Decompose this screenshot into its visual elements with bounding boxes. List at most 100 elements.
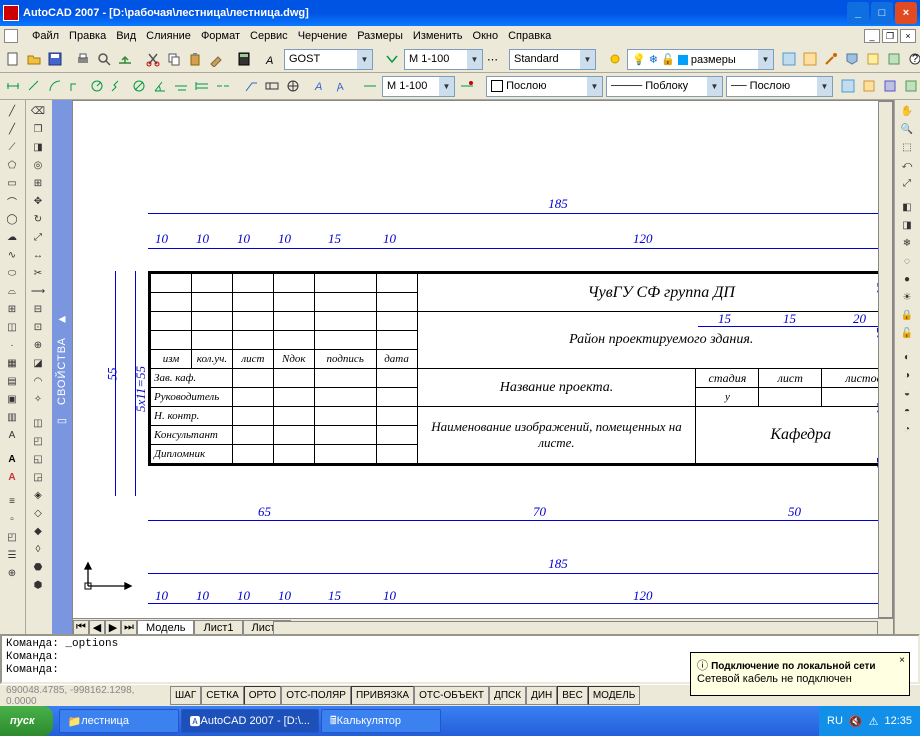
snap-toggle[interactable]: ШАГ <box>170 686 201 705</box>
annoscale-icon[interactable] <box>383 48 401 70</box>
spline-button[interactable]: ∿ <box>2 246 22 264</box>
insertblock-button[interactable]: ⊞ <box>2 300 22 318</box>
layeron-button[interactable]: ● <box>897 270 917 288</box>
menu-view[interactable]: Вид <box>116 30 136 42</box>
tool-a[interactable] <box>780 48 798 70</box>
network-balloon[interactable]: × ⓘ Подключение по локальной сети Сетево… <box>690 652 910 696</box>
new-button[interactable] <box>4 48 22 70</box>
arc-button[interactable]: ⌒ <box>2 192 22 210</box>
move-button[interactable]: ✥ <box>28 192 48 210</box>
dim-aligned-button[interactable] <box>25 75 43 97</box>
print-button[interactable] <box>74 48 92 70</box>
view3-button[interactable]: ◱ <box>28 450 48 468</box>
textstyle-icon[interactable]: A <box>263 48 281 70</box>
3d5-button[interactable]: ⬣ <box>28 558 48 576</box>
zoomext-button[interactable]: ⤢ <box>897 174 917 192</box>
scale-button[interactable]: ⤢ <box>28 228 48 246</box>
lineweight-dropdown[interactable]: ── Послою▼ <box>726 76 833 97</box>
menu-modify[interactable]: Изменить <box>413 30 463 42</box>
menu-tools[interactable]: Сервис <box>250 30 288 42</box>
tool-b[interactable] <box>801 48 819 70</box>
polyline-button[interactable]: ⟋ <box>2 138 22 156</box>
point-button[interactable]: · <box>2 336 22 354</box>
color-dropdown[interactable]: Послою▼ <box>486 76 603 97</box>
vscrollbar[interactable] <box>878 101 893 618</box>
tool-i[interactable] <box>860 75 878 97</box>
fillet-button[interactable]: ◠ <box>28 372 48 390</box>
paste-button[interactable] <box>186 48 204 70</box>
list-button[interactable]: ☰ <box>2 546 22 564</box>
circle-button[interactable]: ◯ <box>2 210 22 228</box>
textA-button[interactable]: A <box>2 450 22 468</box>
makeblock-button[interactable]: ◫ <box>2 318 22 336</box>
join-button[interactable]: ⊕ <box>28 336 48 354</box>
layeriso-button[interactable]: ◨ <box>897 216 917 234</box>
copy2-button[interactable]: ❐ <box>28 120 48 138</box>
dim-baseline-button[interactable] <box>193 75 211 97</box>
menu-draw[interactable]: Черчение <box>298 30 348 42</box>
layeroff-button[interactable]: ◌ <box>897 252 917 270</box>
zoomrt-button[interactable]: 🔍 <box>897 120 917 138</box>
break2-button[interactable]: ⊡ <box>28 318 48 336</box>
rotate-button[interactable]: ↻ <box>28 210 48 228</box>
lang-indicator[interactable]: RU <box>827 715 843 727</box>
systray[interactable]: RU 🔇 ⚠ 12:35 <box>819 706 920 736</box>
doc-icon[interactable] <box>4 29 18 43</box>
ucs5-button[interactable]: ◔ <box>897 420 917 438</box>
dim-arc-button[interactable] <box>46 75 64 97</box>
3d6-button[interactable]: ⬢ <box>28 576 48 594</box>
publish-button[interactable] <box>116 48 134 70</box>
task-calc[interactable]: 🖩 Калькулятор <box>321 709 441 733</box>
match-props-button[interactable] <box>207 48 225 70</box>
ellipse-button[interactable]: ⬭ <box>2 264 22 282</box>
layerlck-button[interactable]: 🔒 <box>897 306 917 324</box>
line-button[interactable]: ╱ <box>2 102 22 120</box>
layerthw-button[interactable]: ☀ <box>897 288 917 306</box>
layer-dropdown[interactable]: 💡 ❄ 🔓 размеры▼ <box>627 49 774 70</box>
dim-radius-button[interactable] <box>88 75 106 97</box>
otrack-toggle[interactable]: ОТС-ОБЪЕКТ <box>414 686 489 705</box>
start-button[interactable]: пуск <box>0 706 53 736</box>
break-button[interactable]: ⊟ <box>28 300 48 318</box>
dim-quick-button[interactable] <box>172 75 190 97</box>
table-button[interactable]: ▥ <box>2 408 22 426</box>
tool-j[interactable] <box>881 75 899 97</box>
dimstyle-button[interactable] <box>361 75 379 97</box>
layerunl-button[interactable]: 🔓 <box>897 324 917 342</box>
lwt-toggle[interactable]: ВЕС <box>557 686 588 705</box>
distance-button[interactable]: ≡ <box>2 492 22 510</box>
maximize-button[interactable]: □ <box>871 2 893 24</box>
ucs4-button[interactable]: ◓ <box>897 402 917 420</box>
task-autocad[interactable]: 🅰 AutoCAD 2007 - [D:\... <box>181 709 319 733</box>
dyn-toggle[interactable]: ДИН <box>526 686 557 705</box>
region2-button[interactable]: ◰ <box>2 528 22 546</box>
ellipsearc-button[interactable]: ⌓ <box>2 282 22 300</box>
layerp-button[interactable]: ◧ <box>897 198 917 216</box>
view1-button[interactable]: ◫ <box>28 414 48 432</box>
tray-icon-1[interactable]: 🔇 <box>849 715 863 728</box>
zoomprev-button[interactable]: ⤺ <box>897 156 917 174</box>
ucs1-button[interactable]: ◐ <box>897 348 917 366</box>
osnap-toggle[interactable]: ПРИВЯЗКА <box>351 686 414 705</box>
dimstyle-dropdown[interactable]: Standard▼ <box>509 49 596 70</box>
tool-d[interactable] <box>843 48 861 70</box>
ducs-toggle[interactable]: ДПСК <box>489 686 526 705</box>
doc-min-button[interactable]: _ <box>864 29 880 43</box>
view2-button[interactable]: ◰ <box>28 432 48 450</box>
close-button[interactable]: × <box>895 2 917 24</box>
task-folder[interactable]: 📁 лестница <box>59 709 179 733</box>
save-button[interactable] <box>46 48 64 70</box>
tool-f[interactable] <box>885 48 903 70</box>
doc-restore-button[interactable]: ❐ <box>882 29 898 43</box>
xline-button[interactable]: ╱ <box>2 120 22 138</box>
dim-diameter-button[interactable] <box>130 75 148 97</box>
open-button[interactable] <box>25 48 43 70</box>
chamfer-button[interactable]: ◪ <box>28 354 48 372</box>
dim-jogged-button[interactable] <box>109 75 127 97</box>
tool-h[interactable] <box>839 75 857 97</box>
trim-button[interactable]: ✂ <box>28 264 48 282</box>
revcloud-button[interactable]: ☁ <box>2 228 22 246</box>
preview-button[interactable] <box>95 48 113 70</box>
rectangle-button[interactable]: ▭ <box>2 174 22 192</box>
scale-dropdown[interactable]: M 1-100▼ <box>382 76 455 97</box>
